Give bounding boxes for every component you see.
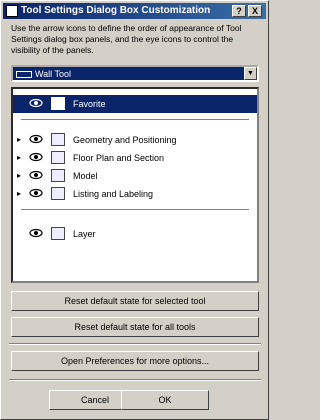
eye-icon[interactable] (29, 134, 43, 144)
panel-label: Favorite (73, 99, 106, 109)
geometry-icon (51, 133, 65, 146)
separator (21, 209, 249, 211)
layer-icon (51, 227, 65, 240)
open-preferences-button[interactable]: Open Preferences for more options... (11, 351, 259, 371)
panel-label: Model (73, 171, 98, 181)
list-item-geometry[interactable]: ▸ Geometry and Positioning (13, 131, 257, 149)
tool-select-value: Wall Tool (35, 69, 72, 79)
panel-label: Geometry and Positioning (73, 135, 177, 145)
instructions-text: Use the arrow icons to define the order … (11, 23, 242, 55)
ok-button[interactable]: OK (121, 390, 209, 410)
eye-icon[interactable] (29, 152, 43, 162)
separator (21, 119, 249, 121)
panel-label: Layer (73, 229, 96, 239)
separator (9, 379, 261, 381)
star-icon (51, 97, 65, 110)
eye-icon[interactable] (29, 170, 43, 180)
reset-selected-tool-button[interactable]: Reset default state for selected tool (11, 291, 259, 311)
panel-label: Listing and Labeling (73, 189, 154, 199)
listing-icon (51, 187, 65, 200)
panel-list: Favorite ▸ Geometry and Positioning ▸ Fl… (11, 87, 259, 283)
chevron-down-icon[interactable]: ▼ (244, 67, 257, 80)
arrow-icon[interactable]: ▸ (17, 189, 21, 198)
eye-icon[interactable] (29, 188, 43, 198)
model-icon (51, 169, 65, 182)
list-item-favorite[interactable]: Favorite (13, 95, 257, 113)
eye-icon[interactable] (29, 228, 43, 238)
eye-icon[interactable] (29, 98, 43, 108)
list-item-floor-plan[interactable]: ▸ Floor Plan and Section (13, 149, 257, 167)
close-button[interactable]: X (248, 5, 262, 17)
floor-plan-icon (51, 151, 65, 164)
list-item-listing[interactable]: ▸ Listing and Labeling (13, 185, 257, 203)
help-button[interactable]: ? (232, 5, 246, 17)
dialog-window: Tool Settings Dialog Box Customization ?… (0, 0, 269, 420)
arrow-icon[interactable]: ▸ (17, 171, 21, 180)
arrow-icon[interactable]: ▸ (17, 135, 21, 144)
wall-tool-icon (16, 71, 32, 78)
panel-label: Floor Plan and Section (73, 153, 165, 163)
list-item-layer[interactable]: Layer (13, 225, 257, 243)
title-bar[interactable]: Tool Settings Dialog Box Customization ?… (3, 3, 266, 19)
reset-all-tools-button[interactable]: Reset default state for all tools (11, 317, 259, 337)
separator (9, 343, 261, 345)
arrow-icon[interactable]: ▸ (17, 153, 21, 162)
tool-select[interactable]: Wall Tool ▼ (11, 65, 259, 82)
window-title: Tool Settings Dialog Box Customization (21, 5, 211, 16)
list-item-model[interactable]: ▸ Model (13, 167, 257, 185)
app-icon (6, 5, 18, 17)
